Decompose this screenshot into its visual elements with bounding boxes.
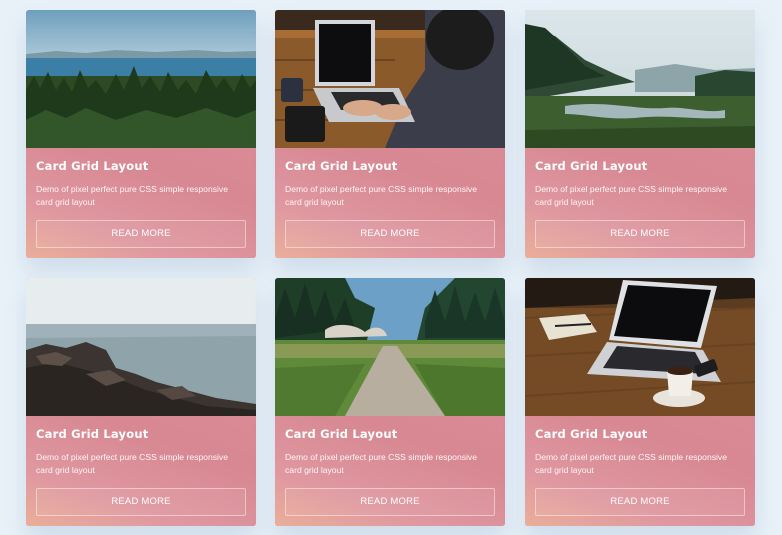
- read-more-button[interactable]: READ MORE: [285, 488, 495, 516]
- read-more-button[interactable]: READ MORE: [535, 488, 745, 516]
- card: Card Grid Layout Demo of pixel perfect p…: [525, 278, 755, 526]
- card-content: Card Grid Layout Demo of pixel perfect p…: [275, 148, 505, 258]
- read-more-button[interactable]: READ MORE: [36, 220, 246, 248]
- card-content: Card Grid Layout Demo of pixel perfect p…: [275, 416, 505, 526]
- card-title: Card Grid Layout: [535, 427, 648, 441]
- card-title: Card Grid Layout: [36, 427, 149, 441]
- card-title: Card Grid Layout: [285, 159, 398, 173]
- card-title: Card Grid Layout: [535, 159, 648, 173]
- card-content: Card Grid Layout Demo of pixel perfect p…: [525, 148, 755, 258]
- read-more-button[interactable]: READ MORE: [285, 220, 495, 248]
- card: Card Grid Layout Demo of pixel perfect p…: [26, 278, 256, 526]
- card: Card Grid Layout Demo of pixel perfect p…: [275, 10, 505, 258]
- read-more-button[interactable]: READ MORE: [535, 220, 745, 248]
- card-content: Card Grid Layout Demo of pixel perfect p…: [525, 416, 755, 526]
- card-description: Demo of pixel perfect pure CSS simple re…: [285, 184, 478, 207]
- card-description: Demo of pixel perfect pure CSS simple re…: [285, 452, 478, 475]
- card-image: [26, 278, 256, 416]
- card-image: [26, 10, 256, 148]
- read-more-button[interactable]: READ MORE: [36, 488, 246, 516]
- card-title: Card Grid Layout: [36, 159, 149, 173]
- card-image: [525, 278, 755, 416]
- card: Card Grid Layout Demo of pixel perfect p…: [525, 10, 755, 258]
- card-description: Demo of pixel perfect pure CSS simple re…: [36, 452, 229, 475]
- card: Card Grid Layout Demo of pixel perfect p…: [275, 278, 505, 526]
- card-content: Card Grid Layout Demo of pixel perfect p…: [26, 148, 256, 258]
- card-description: Demo of pixel perfect pure CSS simple re…: [36, 184, 229, 207]
- card-description: Demo of pixel perfect pure CSS simple re…: [535, 184, 728, 207]
- card-description: Demo of pixel perfect pure CSS simple re…: [535, 452, 728, 475]
- card-grid: Card Grid Layout Demo of pixel perfect p…: [0, 0, 782, 535]
- card-content: Card Grid Layout Demo of pixel perfect p…: [26, 416, 256, 526]
- card-image: [275, 278, 505, 416]
- card: Card Grid Layout Demo of pixel perfect p…: [26, 10, 256, 258]
- card-image: [275, 10, 505, 148]
- card-image: [525, 10, 755, 148]
- card-title: Card Grid Layout: [285, 427, 398, 441]
